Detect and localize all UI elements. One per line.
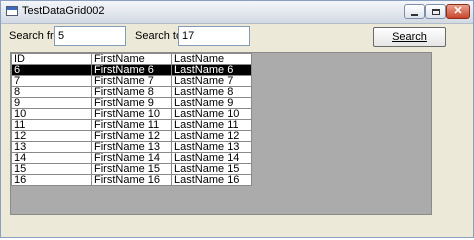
minimize-icon: [411, 13, 418, 16]
title-bar[interactable]: TestDataGrid002 ✕: [1, 1, 473, 24]
table-row[interactable]: 10 FirstName 10 LastName 10: [11, 108, 252, 120]
cell-lastname[interactable]: LastName 10: [171, 108, 252, 120]
cell-lastname[interactable]: LastName 13: [171, 141, 252, 153]
cell-id[interactable]: 12: [11, 130, 92, 142]
cell-id[interactable]: 6: [11, 64, 92, 76]
app-window: TestDataGrid002 ✕ Search from: 5 Search …: [0, 0, 474, 238]
cell-firstname[interactable]: FirstName 16: [91, 174, 172, 186]
search-to-input[interactable]: 17: [178, 26, 250, 46]
minimize-button[interactable]: [404, 4, 425, 19]
close-button[interactable]: ✕: [446, 4, 470, 19]
search-from-input[interactable]: 5: [54, 26, 126, 46]
search-button-label: Search: [392, 31, 427, 43]
table-row[interactable]: 16 FirstName 16 LastName 16: [11, 174, 252, 186]
table-row[interactable]: 11 FirstName 11 LastName 11: [11, 119, 252, 131]
close-icon: ✕: [453, 5, 463, 17]
cell-id[interactable]: 7: [11, 75, 92, 87]
data-grid[interactable]: ID FirstName LastName 6 FirstName 6 LastNa…: [10, 52, 432, 215]
table-row[interactable]: 6 FirstName 6 LastName 6: [11, 64, 252, 76]
cell-id[interactable]: 8: [11, 86, 92, 98]
table-row[interactable]: 14 FirstName 14 LastName 14: [11, 152, 252, 164]
maximize-icon: [431, 8, 440, 15]
maximize-button[interactable]: [425, 4, 446, 19]
column-header-id[interactable]: ID: [11, 53, 92, 65]
cell-lastname[interactable]: LastName 14: [171, 152, 252, 164]
cell-id[interactable]: 10: [11, 108, 92, 120]
cell-lastname[interactable]: LastName 11: [171, 119, 252, 131]
cell-firstname[interactable]: FirstName 9: [91, 97, 172, 109]
search-button[interactable]: Search: [373, 27, 446, 47]
cell-firstname[interactable]: FirstName 11: [91, 119, 172, 131]
table-row[interactable]: 13 FirstName 13 LastName 13: [11, 141, 252, 153]
table-row[interactable]: 12 FirstName 12 LastName 12: [11, 130, 252, 142]
table-row[interactable]: 15 FirstName 15 LastName 15: [11, 163, 252, 175]
cell-id[interactable]: 16: [11, 174, 92, 186]
window-title: TestDataGrid002: [22, 5, 105, 17]
cell-lastname[interactable]: LastName 6: [171, 64, 252, 76]
table-row[interactable]: 7 FirstName 7 LastName 7: [11, 75, 252, 87]
grid-header-row: ID FirstName LastName: [11, 53, 252, 65]
cell-firstname[interactable]: FirstName 14: [91, 152, 172, 164]
cell-id[interactable]: 13: [11, 141, 92, 153]
cell-id[interactable]: 9: [11, 97, 92, 109]
cell-firstname[interactable]: FirstName 7: [91, 75, 172, 87]
cell-id[interactable]: 14: [11, 152, 92, 164]
cell-lastname[interactable]: LastName 12: [171, 130, 252, 142]
app-window-icon[interactable]: [6, 6, 18, 16]
cell-firstname[interactable]: FirstName 12: [91, 130, 172, 142]
column-header-lastname[interactable]: LastName: [171, 53, 252, 65]
cell-lastname[interactable]: LastName 7: [171, 75, 252, 87]
cell-firstname[interactable]: FirstName 15: [91, 163, 172, 175]
cell-firstname[interactable]: FirstName 6: [91, 64, 172, 76]
cell-lastname[interactable]: LastName 15: [171, 163, 252, 175]
cell-lastname[interactable]: LastName 9: [171, 97, 252, 109]
cell-lastname[interactable]: LastName 16: [171, 174, 252, 186]
cell-firstname[interactable]: FirstName 10: [91, 108, 172, 120]
table-row[interactable]: 9 FirstName 9 LastName 9: [11, 97, 252, 109]
data-grid-table: ID FirstName LastName 6 FirstName 6 LastNa…: [11, 53, 252, 186]
cell-id[interactable]: 11: [11, 119, 92, 131]
cell-firstname[interactable]: FirstName 8: [91, 86, 172, 98]
cell-id[interactable]: 15: [11, 163, 92, 175]
cell-lastname[interactable]: LastName 8: [171, 86, 252, 98]
table-row[interactable]: 8 FirstName 8 LastName 8: [11, 86, 252, 98]
column-header-firstname[interactable]: FirstName: [91, 53, 172, 65]
cell-firstname[interactable]: FirstName 13: [91, 141, 172, 153]
